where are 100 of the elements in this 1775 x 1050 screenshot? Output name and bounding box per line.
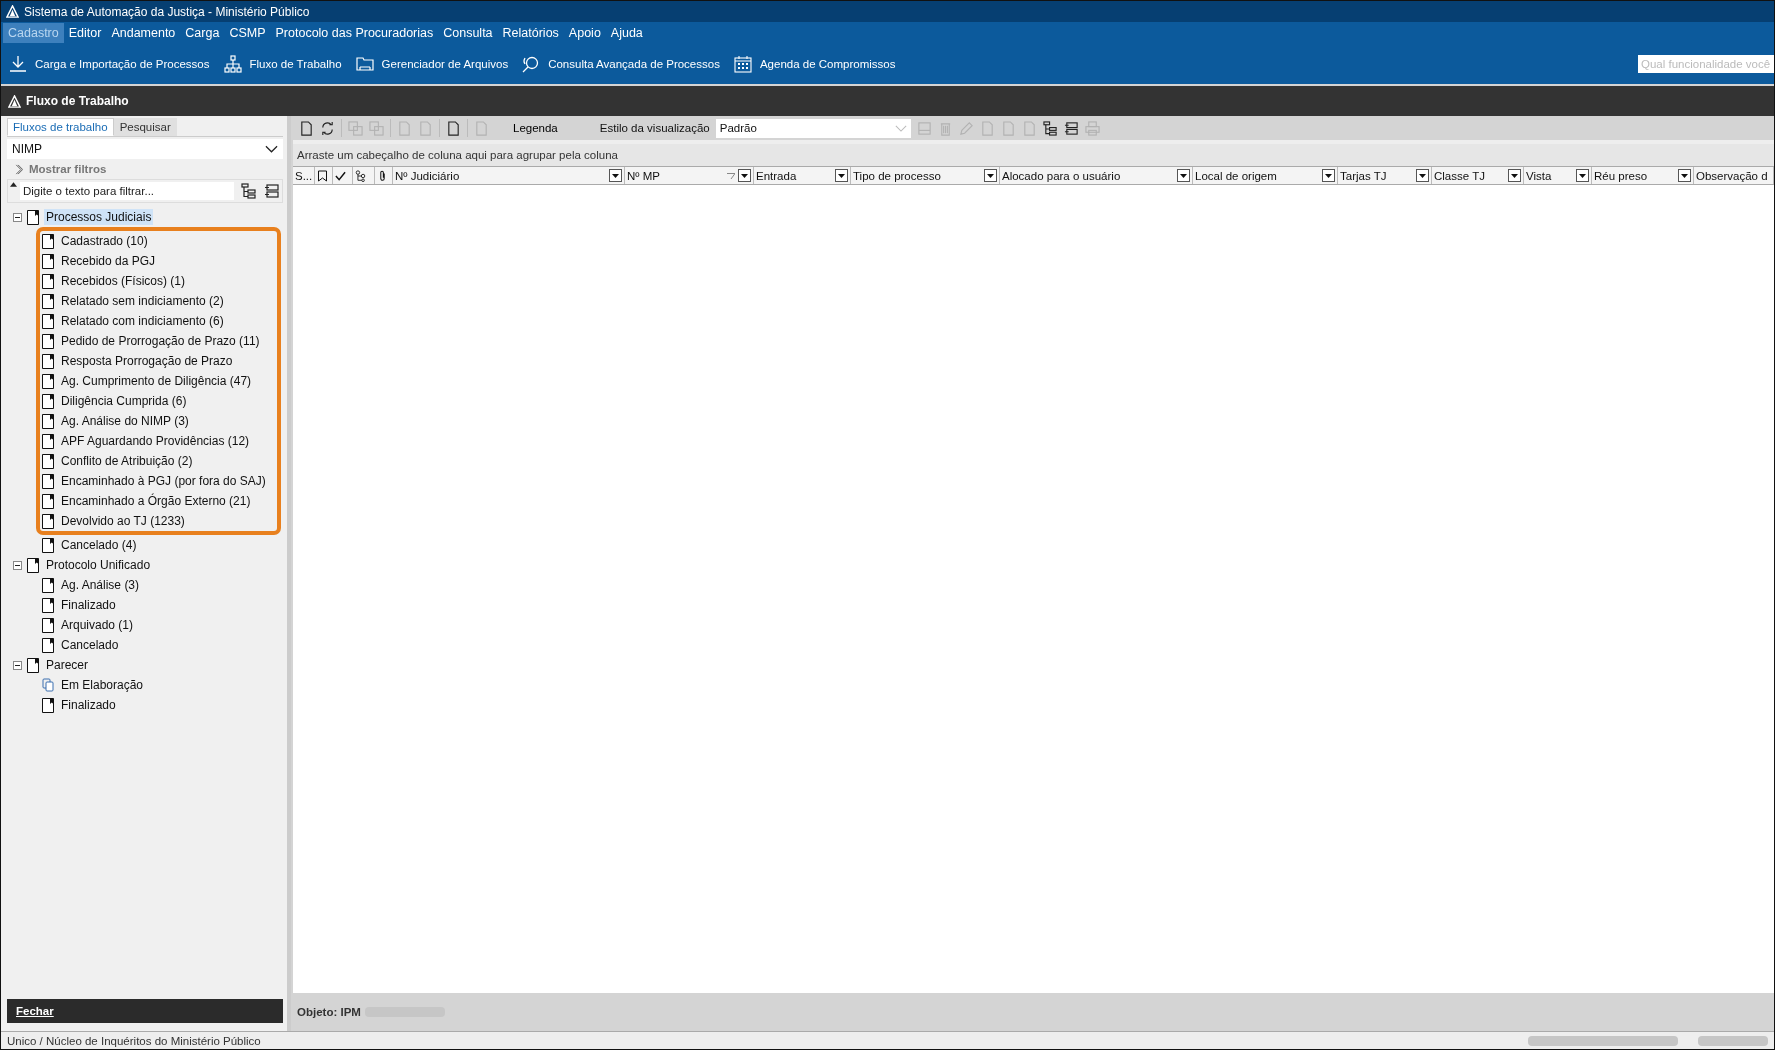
filter-field[interactable]: Digite o texto para filtrar... (20, 182, 234, 200)
tree-icon[interactable] (241, 183, 257, 199)
tree-item[interactable]: Recebidos (Físicos) (1) (59, 273, 188, 289)
tree-item[interactable]: Ag. Análise (3) (59, 577, 142, 593)
column-header[interactable] (353, 167, 375, 184)
tree-item[interactable]: Diligência Cumprida (6) (59, 393, 189, 409)
folder-icon (355, 55, 374, 73)
menu-item[interactable]: Consulta (438, 23, 498, 43)
dropdown-icon[interactable] (1508, 169, 1521, 182)
view-style-dropdown[interactable]: Padrão (715, 118, 911, 138)
close-button[interactable]: Fechar (7, 999, 283, 1023)
tree-item[interactable]: Finalizado (59, 597, 118, 613)
tree-item[interactable]: Em Elaboração (59, 677, 146, 693)
column-header[interactable]: Nº Judiciário (393, 167, 625, 184)
status-text: Unico / Núcleo de Inquéritos do Ministério Público (7, 1034, 261, 1047)
app-logo-icon (8, 94, 21, 108)
tree-item[interactable]: Processos Judiciais (44, 209, 154, 225)
menu-item[interactable]: Ajuda (605, 23, 648, 43)
refresh-icon[interactable] (320, 120, 335, 136)
collapse-icon[interactable] (1063, 120, 1079, 136)
column-header[interactable]: Tarjas TJ (1338, 167, 1432, 184)
document-icon (42, 597, 54, 613)
tree-item[interactable]: Ag. Cumprimento de Diligência (47) (59, 373, 254, 389)
menu-item[interactable]: CSMP (224, 23, 271, 43)
document-icon (42, 413, 54, 429)
column-header[interactable]: Réu preso (1592, 167, 1694, 184)
chevron-down-icon (894, 124, 907, 132)
tree-item[interactable]: Recebido da PGJ (59, 253, 158, 269)
dropdown-icon[interactable] (609, 169, 622, 182)
column-header[interactable]: S... (293, 167, 315, 184)
chevron-down-icon (265, 145, 278, 153)
document-icon (42, 253, 54, 269)
menu-item[interactable]: Protocolo das Procuradorias (270, 23, 439, 43)
show-filters-toggle[interactable]: Mostrar filtros (7, 159, 115, 179)
tree-item[interactable]: Arquivado (1) (59, 617, 136, 633)
column-header[interactable]: Vista (1524, 167, 1592, 184)
tree-item[interactable]: Relatado com indiciamento (6) (59, 313, 226, 329)
column-header[interactable]: Classe TJ (1432, 167, 1524, 184)
tab[interactable]: Pesquisar (113, 118, 177, 136)
tree-item[interactable]: Protocolo Unificado (44, 557, 153, 573)
dropdown-icon[interactable] (835, 169, 848, 182)
section-title: Fluxo de Trabalho (26, 94, 129, 108)
menu-item[interactable]: Andamento (106, 23, 181, 43)
collapse-toggle-icon[interactable] (13, 212, 22, 222)
legend-button[interactable]: Legenda (507, 121, 564, 135)
collapse-toggle-icon[interactable] (13, 560, 22, 570)
menu-item[interactable]: Editor (63, 23, 107, 43)
dropdown-icon[interactable] (1678, 169, 1691, 182)
check-icon (335, 169, 346, 182)
tree-icon[interactable] (1042, 120, 1058, 136)
column-header[interactable]: Nº MP (625, 167, 754, 184)
shortcut-button[interactable]: Consulta Avançada de Processos (520, 55, 722, 73)
tree-item[interactable]: Conflito de Atribuição (2) (59, 453, 195, 469)
tree-item[interactable]: Pedido de Prorrogação de Prazo (11) (59, 333, 262, 349)
shortcut-button[interactable]: Carga e Importação de Processos (7, 55, 212, 73)
hierarchy-icon (223, 55, 242, 73)
document-icon (42, 617, 54, 633)
tab[interactable]: Fluxos de trabalho (7, 118, 114, 136)
tree-item[interactable]: Ag. Análise do NIMP (3) (59, 413, 191, 429)
dropdown-icon[interactable] (1416, 169, 1429, 182)
redacted-text (1698, 1035, 1768, 1046)
shortcut-button[interactable]: Fluxo de Trabalho (221, 55, 344, 73)
dropdown-icon[interactable] (1322, 169, 1335, 182)
window-title: Sistema de Automação da Justiça - Ministério Público (24, 4, 310, 19)
collapse-toggle-icon[interactable] (13, 660, 22, 670)
column-header[interactable]: Observação d (1694, 167, 1774, 184)
column-header[interactable]: Tipo de processo (851, 167, 1000, 184)
tree-item[interactable]: Relatado sem indiciamento (2) (59, 293, 226, 309)
document-icon[interactable] (446, 120, 461, 136)
column-header[interactable] (333, 167, 353, 184)
menu-item[interactable]: Carga (180, 23, 225, 43)
tree-item[interactable]: Encaminhado a Órgão Externo (21) (59, 493, 253, 509)
document-icon (27, 657, 39, 673)
tree-item[interactable]: Finalizado (59, 697, 118, 713)
dropdown-icon[interactable] (738, 169, 751, 182)
tree-item[interactable]: Cancelado (59, 637, 121, 653)
collapse-icon[interactable] (264, 183, 280, 199)
tree-item[interactable]: Cancelado (4) (59, 537, 139, 553)
shortcut-button[interactable]: Gerenciador de Arquivos (353, 55, 511, 73)
column-header[interactable] (315, 167, 333, 184)
column-header[interactable]: Entrada (754, 167, 851, 184)
column-header[interactable]: Local de origem (1193, 167, 1338, 184)
tree-item[interactable]: Encaminhado à PGJ (por fora do SAJ) (59, 473, 268, 489)
tree-item[interactable]: APF Aguardando Providências (12) (59, 433, 252, 449)
tree-item[interactable]: Devolvido ao TJ (1233) (59, 513, 187, 529)
workflow-dropdown[interactable]: NIMP (7, 139, 283, 159)
dropdown-icon[interactable] (984, 169, 997, 182)
dropdown-icon[interactable] (1177, 169, 1190, 182)
column-header[interactable]: Alocado para o usuário (1000, 167, 1193, 184)
tree-item[interactable]: Parecer (44, 657, 91, 673)
document-icon (42, 513, 54, 529)
tree-item[interactable]: Cadastrado (10) (59, 233, 150, 249)
document-icon[interactable] (299, 120, 314, 136)
menu-item[interactable]: Apoio (563, 23, 606, 43)
search-field[interactable]: Qual funcionalidade você (1638, 55, 1774, 73)
tree-item[interactable]: Resposta Prorrogação de Prazo (59, 353, 235, 369)
document-icon (42, 373, 54, 389)
menu-item[interactable]: Relatórios (497, 23, 564, 43)
dropdown-icon[interactable] (1576, 169, 1589, 182)
shortcut-button[interactable]: Agenda de Compromissos (731, 55, 898, 73)
